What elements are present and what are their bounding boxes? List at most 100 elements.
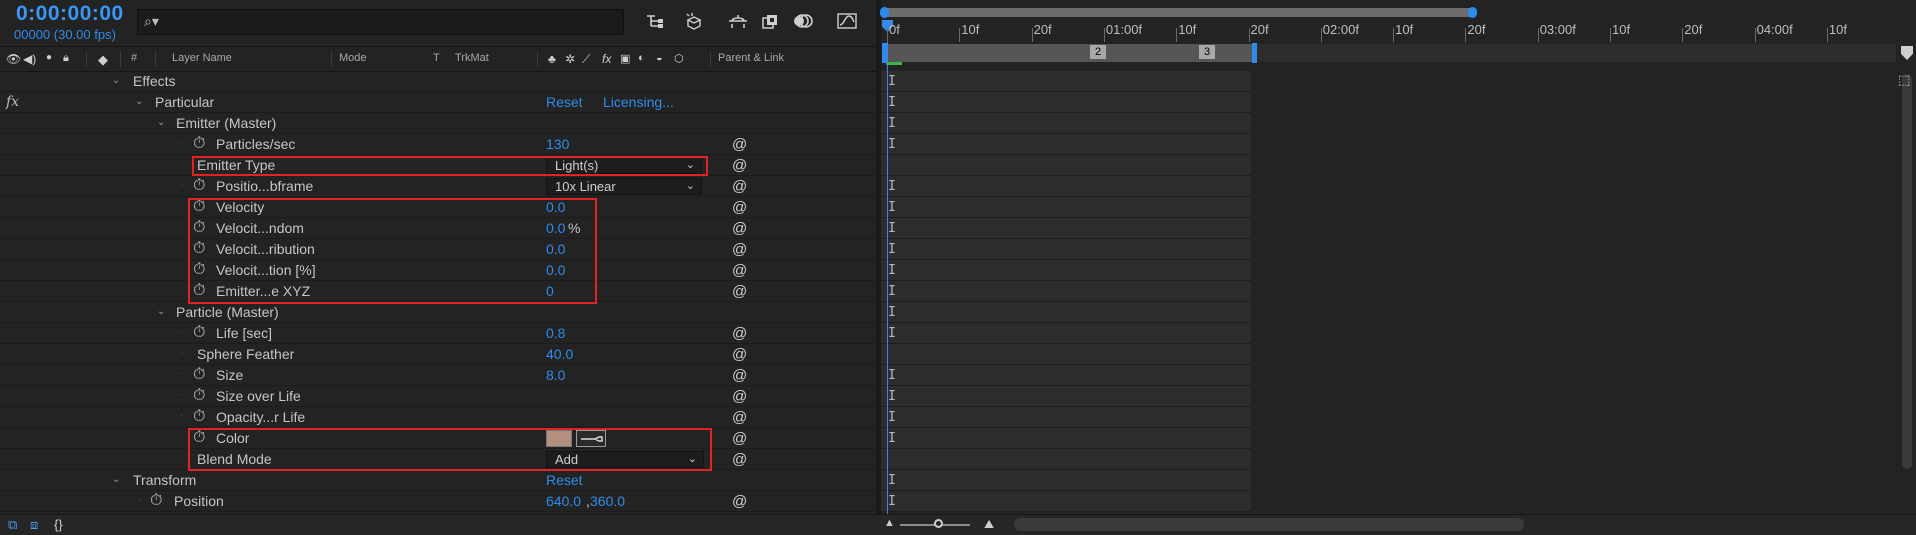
pick-whip-icon[interactable]: @	[732, 262, 747, 279]
effects-group-row[interactable]: ⌄ Effects	[0, 71, 876, 92]
track-row[interactable]	[881, 449, 1251, 470]
track-row[interactable]	[881, 155, 1251, 176]
label-tag-icon[interactable]: ◆	[98, 52, 108, 68]
twirl-down-icon[interactable]: ⌄	[112, 474, 120, 485]
size-row[interactable]: · ⏱ Size 8.0 @	[0, 365, 876, 386]
track-row[interactable]: I	[881, 134, 1251, 155]
quality-switch-icon[interactable]: ⟋	[582, 52, 590, 67]
graph-editor-icon[interactable]	[834, 10, 860, 32]
in-out-toggle-icon[interactable]: {}	[54, 517, 63, 532]
track-row[interactable]: I	[881, 239, 1251, 260]
time-navigator-bar[interactable]	[883, 8, 1473, 17]
work-area-end-handle[interactable]	[1252, 43, 1257, 63]
track-row[interactable]: I	[881, 218, 1251, 239]
3d-layer-switch-icon[interactable]: ⬡	[674, 52, 684, 65]
audio-icon[interactable]: ◀)	[23, 52, 36, 66]
pick-whip-icon[interactable]: @	[732, 199, 747, 216]
column-mode[interactable]: Mode	[339, 52, 367, 64]
column-layer-name[interactable]: Layer Name	[172, 52, 232, 64]
pick-whip-icon[interactable]: @	[732, 409, 747, 426]
adjustment-layer-switch-icon[interactable]: ◒	[656, 52, 663, 64]
track-row[interactable]: I	[881, 302, 1251, 323]
composition-flowchart-icon[interactable]	[642, 10, 668, 32]
shy-layers-icon[interactable]	[725, 10, 751, 32]
transfer-controls-toggle-icon[interactable]: ⧈	[30, 517, 38, 533]
track-row[interactable]: I	[881, 470, 1251, 491]
pick-whip-icon[interactable]: @	[732, 493, 747, 510]
comp-marker-2[interactable]: 2	[1090, 45, 1106, 59]
track-row[interactable]: I	[881, 176, 1251, 197]
effects-switch-icon[interactable]: fx	[602, 52, 611, 66]
current-time-display[interactable]: 0:00:00:00	[16, 2, 124, 26]
zoom-out-icon[interactable]: ▲	[884, 517, 895, 529]
timeline-tracks[interactable]: IIIIIIIIIIIIIIIIII	[881, 71, 1898, 514]
track-row[interactable]: I	[881, 260, 1251, 281]
life-row[interactable]: · ⏱ Life [sec] 0.8 @	[0, 323, 876, 344]
current-time-indicator[interactable]	[887, 20, 888, 514]
position-subframe-dropdown[interactable]: 10x Linear ⌄	[546, 178, 702, 195]
navigator-start-handle[interactable]	[880, 7, 889, 18]
draft-3d-icon[interactable]	[681, 10, 707, 32]
position-y-value[interactable]: 360.0	[590, 493, 625, 509]
navigator-end-handle[interactable]	[1468, 7, 1477, 18]
track-row[interactable]: I	[881, 113, 1251, 134]
track-row[interactable]: I	[881, 92, 1251, 113]
frame-blending-icon[interactable]	[758, 10, 784, 32]
pick-whip-icon[interactable]: @	[732, 451, 747, 468]
pick-whip-icon[interactable]: @	[732, 220, 747, 237]
shy-switch-icon[interactable]: ♣	[548, 52, 556, 66]
sphere-feather-row[interactable]: · Sphere Feather 40.0 @	[0, 344, 876, 365]
track-row[interactable]: I	[881, 386, 1251, 407]
vertical-scrollbar[interactable]	[1898, 44, 1916, 514]
track-row[interactable]: I	[881, 197, 1251, 218]
position-x-value[interactable]: 640.0	[546, 493, 581, 509]
collapse-switch-icon[interactable]: ✲	[565, 52, 575, 66]
horizontal-scrollbar[interactable]	[1014, 518, 1524, 531]
opacity-over-life-row[interactable]: · ⏱ Opacity...r Life @	[0, 407, 876, 428]
pick-whip-icon[interactable]: @	[732, 388, 747, 405]
comp-marker-bin-icon[interactable]: ⬚	[1898, 72, 1910, 88]
track-row[interactable]: I	[881, 365, 1251, 386]
pick-whip-icon[interactable]: @	[732, 346, 747, 363]
column-trkmat[interactable]: TrkMat	[455, 52, 489, 64]
track-row[interactable]: I	[881, 281, 1251, 302]
twirl-down-icon[interactable]: ⌄	[112, 75, 120, 86]
position-row[interactable]: · ⏱ Position 640.0 , 360.0 @	[0, 491, 876, 512]
transform-group-row[interactable]: ⌄ Transform Reset	[0, 470, 876, 491]
track-row[interactable]: I	[881, 71, 1251, 92]
twirl-down-icon[interactable]: ⌄	[157, 117, 165, 128]
layer-switches-toggle-icon[interactable]: ⧉	[8, 517, 17, 533]
pick-whip-icon[interactable]: @	[732, 136, 747, 153]
track-row[interactable]: I	[881, 323, 1251, 344]
pick-whip-icon[interactable]: @	[732, 430, 747, 447]
sphere-feather-value[interactable]: 40.0	[546, 346, 573, 362]
track-row[interactable]: I	[881, 491, 1251, 512]
particles-per-sec-row[interactable]: · ⏱ Particles/sec 130 @	[0, 134, 876, 155]
pick-whip-icon[interactable]: @	[732, 367, 747, 384]
stopwatch-icon[interactable]: ⏱	[193, 135, 205, 153]
particular-effect-row[interactable]: fx ⌄ Particular Reset Licensing...	[0, 92, 876, 113]
track-row[interactable]: I	[881, 407, 1251, 428]
pick-whip-icon[interactable]: @	[732, 178, 747, 195]
stopwatch-icon[interactable]: ⏱	[193, 387, 205, 405]
transform-reset-link[interactable]: Reset	[546, 472, 583, 488]
stopwatch-icon[interactable]: ⏱	[150, 492, 162, 510]
comp-marker-3[interactable]: 3	[1199, 45, 1215, 59]
licensing-link[interactable]: Licensing...	[603, 94, 674, 110]
twirl-down-icon[interactable]: ⌄	[135, 96, 143, 107]
particles-per-sec-value[interactable]: 130	[546, 136, 569, 152]
zoom-slider-knob[interactable]	[934, 519, 943, 528]
track-row[interactable]: I	[881, 428, 1251, 449]
pick-whip-icon[interactable]: @	[732, 157, 747, 174]
scroll-thumb[interactable]	[1902, 74, 1912, 469]
work-area-end-icon[interactable]	[1901, 46, 1913, 60]
size-over-life-row[interactable]: · ⏱ Size over Life @	[0, 386, 876, 407]
motion-blur-switch-icon[interactable]: ◐	[638, 52, 645, 64]
fx-icon[interactable]: fx	[6, 94, 19, 110]
column-t[interactable]: T	[433, 52, 440, 64]
emitter-master-group-row[interactable]: ⌄ Emitter (Master)	[0, 113, 876, 134]
stopwatch-icon[interactable]: ⏱	[193, 408, 205, 426]
motion-blur-icon[interactable]	[791, 10, 817, 32]
stopwatch-icon[interactable]: ⏱	[193, 366, 205, 384]
column-parent-link[interactable]: Parent & Link	[718, 52, 784, 64]
